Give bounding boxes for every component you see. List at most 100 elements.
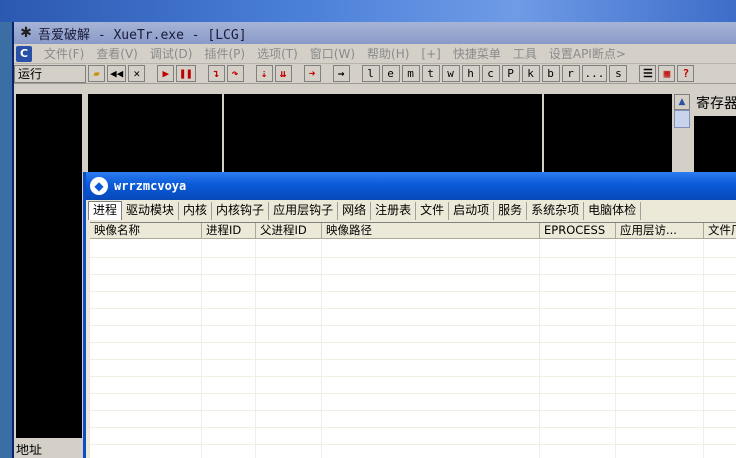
tab-checkup[interactable]: 电脑体检 [584, 202, 642, 220]
debugger-menubar: C 文件(F) 查看(V) 调试(D) 插件(P) 选项(T) 窗口(W) 帮助… [14, 44, 736, 64]
xuetr-titlebar[interactable]: ◆ wrrzmcvoya [86, 172, 736, 200]
grid-column-line [255, 240, 256, 458]
tab-kernel-hooks[interactable]: 内核钩子 [212, 202, 270, 220]
tab-services[interactable]: 服务 [494, 202, 528, 220]
list-icon[interactable]: ☰ [639, 65, 657, 82]
grid-row-line [90, 410, 736, 411]
menu-help[interactable]: 帮助(H) [361, 45, 415, 62]
debugger-titlebar[interactable]: ✱ 吾爱破解 - XueTr.exe - [LCG] [14, 22, 736, 44]
close-icon[interactable]: ✕ [128, 65, 146, 82]
registers-pane[interactable] [694, 116, 736, 174]
source-button[interactable]: s [609, 65, 628, 82]
grid-row-line [90, 376, 736, 377]
grid-row-line [90, 393, 736, 394]
column-image-name[interactable]: 映像名称 [90, 223, 202, 238]
grid-row-line [90, 325, 736, 326]
menu-debug[interactable]: 调试(D) [144, 45, 199, 62]
run-trace-button[interactable]: ... [581, 65, 608, 82]
run-status: 运行 [14, 64, 86, 83]
call-stack-button[interactable]: k [521, 65, 540, 82]
column-process-id[interactable]: 进程ID [202, 223, 256, 238]
debugger-toolbar: 运行 ▰ ◀◀ ✕ ▶ ❚❚ ↴ ↷ ⇣ ⇊ ➜ → l e m t w h c… [14, 64, 736, 84]
scrollbar-thumb[interactable] [674, 110, 690, 128]
disassembly-address-pane[interactable] [16, 94, 82, 438]
goto-icon[interactable]: → [332, 65, 350, 82]
registers-header: 寄存器 [694, 94, 736, 114]
pause-icon[interactable]: ❚❚ [176, 65, 196, 82]
menu-plus[interactable]: [+] [415, 47, 446, 61]
desktop-background [0, 0, 736, 22]
column-eprocess[interactable]: EPROCESS [540, 223, 616, 238]
grid-row-line [90, 308, 736, 309]
grid-column-line [201, 240, 202, 458]
tab-network[interactable]: 网络 [338, 202, 372, 220]
execute-till-return-icon[interactable]: ➜ [303, 65, 321, 82]
grid-column-line [539, 240, 540, 458]
tab-app-hooks[interactable]: 应用层钩子 [269, 202, 339, 220]
menu-view[interactable]: 查看(V) [90, 45, 144, 62]
tab-misc[interactable]: 系统杂项 [527, 202, 585, 220]
handles-button[interactable]: h [461, 65, 480, 82]
rewind-icon[interactable]: ◀◀ [107, 65, 127, 82]
breakpoints-button[interactable]: b [541, 65, 560, 82]
open-folder-icon[interactable]: ▰ [88, 65, 105, 82]
xuetr-title: wrrzmcvoya [114, 179, 187, 193]
bug-icon: ✱ [20, 25, 32, 41]
grid-row-line [90, 359, 736, 360]
debugger-title: 吾爱破解 - XueTr.exe - [LCG] [38, 27, 247, 43]
tab-files[interactable]: 文件 [416, 202, 450, 220]
log-window-button[interactable]: l [361, 65, 380, 82]
menu-plugins[interactable]: 插件(P) [198, 45, 251, 62]
menu-file[interactable]: 文件(F) [38, 45, 90, 62]
tab-registry[interactable]: 注册表 [371, 202, 417, 220]
tab-kernel[interactable]: 内核 [179, 202, 213, 220]
cpu-button[interactable]: c [481, 65, 500, 82]
menu-api-breakpoint[interactable]: 设置API断点> [543, 45, 632, 62]
menu-options[interactable]: 选项(T) [251, 45, 304, 62]
grid-row-line [90, 444, 736, 445]
trace-over-icon[interactable]: ⇊ [274, 65, 292, 82]
windows-button[interactable]: w [441, 65, 460, 82]
executable-modules-button[interactable]: e [381, 65, 400, 82]
options-icon[interactable]: ▦ [658, 65, 676, 82]
grid-row-line [90, 427, 736, 428]
menu-window[interactable]: 窗口(W) [304, 45, 361, 62]
app-logo-icon: C [16, 45, 32, 62]
grid-row-line [90, 291, 736, 292]
run-icon[interactable]: ▶ [157, 65, 175, 82]
process-table: 映像名称 进程ID 父进程ID 映像路径 EPROCESS 应用层访... 文件… [90, 222, 736, 458]
scroll-up-arrow-icon[interactable]: ▲ [674, 94, 690, 110]
dump-address-header: 地址 [16, 444, 82, 458]
xuetr-tabs: 进程 驱动模块 内核 内核钩子 应用层钩子 网络 注册表 文件 启动项 服务 系… [86, 200, 736, 220]
tab-driver-modules[interactable]: 驱动模块 [122, 202, 180, 220]
app-diamond-icon: ◆ [90, 177, 108, 195]
grid-column-line [703, 240, 704, 458]
disassembly-hex-pane[interactable] [88, 94, 222, 174]
grid-row-line [90, 274, 736, 275]
menu-tools[interactable]: 工具 [507, 45, 543, 62]
help-icon[interactable]: ? [677, 65, 695, 82]
column-parent-process-id[interactable]: 父进程ID [256, 223, 322, 238]
tab-processes[interactable]: 进程 [88, 201, 123, 220]
table-header: 映像名称 进程ID 父进程ID 映像路径 EPROCESS 应用层访... 文件… [90, 223, 736, 239]
threads-button[interactable]: t [421, 65, 440, 82]
grid-column-line [321, 240, 322, 458]
menu-shortcuts[interactable]: 快捷菜单 [447, 45, 507, 62]
trace-into-icon[interactable]: ⇣ [255, 65, 273, 82]
column-app-access[interactable]: 应用层访... [616, 223, 704, 238]
disassembly-code-pane[interactable] [224, 94, 542, 174]
disassembly-comment-pane[interactable] [544, 94, 672, 174]
memory-map-button[interactable]: m [401, 65, 420, 82]
step-into-icon[interactable]: ↴ [207, 65, 225, 82]
references-button[interactable]: r [561, 65, 580, 82]
grid-row-line [90, 342, 736, 343]
grid-column-line [615, 240, 616, 458]
xuetr-window: ◆ wrrzmcvoya 进程 驱动模块 内核 内核钩子 应用层钩子 网络 注册… [83, 172, 736, 458]
column-file-vendor[interactable]: 文件厂 [704, 223, 736, 238]
table-body[interactable] [90, 240, 736, 458]
step-over-icon[interactable]: ↷ [226, 65, 244, 82]
grid-row-line [90, 257, 736, 258]
tab-startup[interactable]: 启动项 [449, 202, 495, 220]
column-image-path[interactable]: 映像路径 [322, 223, 540, 238]
patches-button[interactable]: P [501, 65, 520, 82]
